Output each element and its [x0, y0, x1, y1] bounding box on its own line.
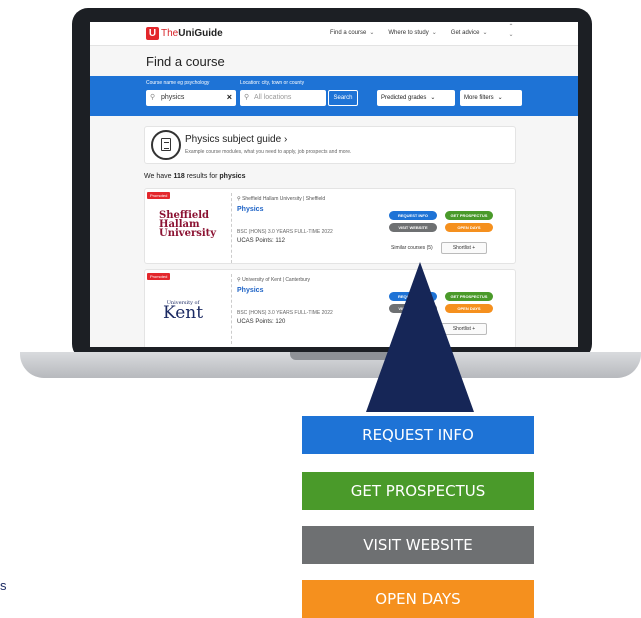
site-header: U TheUniGuide Find a course ⌄ Where to st…	[90, 22, 578, 46]
predicted-grades-button[interactable]: Predicted grades ⌄	[377, 90, 455, 106]
university-location: University of Kent | Canterbury	[242, 277, 311, 283]
university-logo: University of Kent	[163, 300, 204, 323]
search-bar: Course name eg psychology Location: city…	[90, 76, 578, 116]
chevron-down-icon: ⌄	[430, 95, 436, 101]
chevron-down-icon: ⌄	[431, 30, 437, 36]
callout-visit-website-button[interactable]: VISIT WEBSITE	[302, 526, 534, 564]
nav-get-advice[interactable]: Get advice ⌄	[451, 29, 488, 37]
ucas-points: UCAS Points: 120	[237, 319, 286, 325]
course-details: BSC (HONS) 3.0 YEARS FULL-TIME 2022	[237, 229, 333, 235]
location-field-label: Location: city, town or county	[240, 80, 305, 86]
callout-request-info-button[interactable]: REQUEST INFO	[302, 416, 534, 454]
chevron-down-icon: ⌄	[369, 30, 375, 36]
site-logo[interactable]: U TheUniGuide	[146, 27, 223, 40]
logo-prefix: The	[161, 28, 179, 39]
promoted-badge: Promoted	[147, 273, 171, 280]
location-placeholder: All locations	[254, 94, 292, 101]
scroll-indicator[interactable]: ⌃ ⌄	[504, 22, 518, 46]
request-info-button[interactable]: REQUEST INFO	[389, 211, 437, 220]
open-days-button[interactable]: OPEN DAYS	[445, 223, 493, 232]
clear-icon[interactable]: ×	[227, 92, 232, 102]
course-field-label: Course name eg psychology	[146, 80, 210, 86]
callout-get-prospectus-button[interactable]: GET PROSPECTUS	[302, 472, 534, 510]
callout-open-days-button[interactable]: OPEN DAYS	[302, 580, 534, 618]
course-details: BSC (HONS) 3.0 YEARS FULL-TIME 2022	[237, 310, 333, 316]
university-location: Sheffield Hallam University | Sheffield	[242, 196, 326, 202]
course-link[interactable]: Physics	[237, 206, 263, 213]
location-input[interactable]: ⚲ All locations	[240, 90, 326, 106]
course-search-input[interactable]: ⚲ physics ×	[146, 90, 236, 106]
course-link[interactable]: Physics	[237, 287, 263, 294]
search-icon: ⚲	[150, 94, 156, 101]
main-nav: Find a course ⌄ Where to study ⌄ Get advic…	[330, 29, 488, 37]
promoted-badge: Promoted	[147, 192, 171, 199]
chevron-down-icon: ⌄	[482, 30, 488, 36]
logo-brand: UniGuide	[178, 28, 223, 39]
result-card: Promoted Sheffield Hallam University ⚲ S…	[144, 188, 516, 264]
search-button[interactable]: Search	[328, 90, 358, 106]
visit-website-button[interactable]: VISIT WEBSITE	[389, 223, 437, 232]
location-pin-icon: ⚲	[244, 94, 250, 101]
shortlist-button[interactable]: Shortlist +	[441, 242, 487, 254]
similar-courses-link[interactable]: Similar courses (5)	[391, 245, 433, 251]
university-logo: Sheffield Hallam University	[159, 210, 217, 239]
logo-mark-icon: U	[146, 27, 159, 40]
subject-guide-subtitle: Example course modules, what you need to…	[185, 149, 352, 155]
chevron-down-icon: ⌄	[497, 95, 503, 101]
card-divider	[231, 274, 232, 344]
subject-guide-card[interactable]: Physics subject guide › Example course m…	[144, 126, 516, 164]
nav-where-to-study[interactable]: Where to study ⌄	[388, 29, 437, 37]
card-divider	[231, 193, 232, 263]
course-search-value: physics	[161, 94, 185, 101]
results-count: We have 118 results for physics	[144, 173, 246, 180]
promo-illustration: U TheUniGuide Find a course ⌄ Where to st…	[0, 0, 641, 618]
ucas-points: UCAS Points: 112	[237, 238, 285, 244]
page-title: Find a course	[146, 54, 225, 69]
nav-find-course[interactable]: Find a course ⌄	[330, 29, 375, 37]
document-icon	[151, 130, 181, 160]
callout-arrow	[366, 262, 474, 412]
cropped-text-fragment: s	[0, 578, 7, 593]
get-prospectus-button[interactable]: GET PROSPECTUS	[445, 211, 493, 220]
laptop-screen: U TheUniGuide Find a course ⌄ Where to st…	[90, 22, 578, 347]
more-filters-button[interactable]: More filters ⌄	[460, 90, 522, 106]
subject-guide-title[interactable]: Physics subject guide ›	[185, 134, 287, 145]
